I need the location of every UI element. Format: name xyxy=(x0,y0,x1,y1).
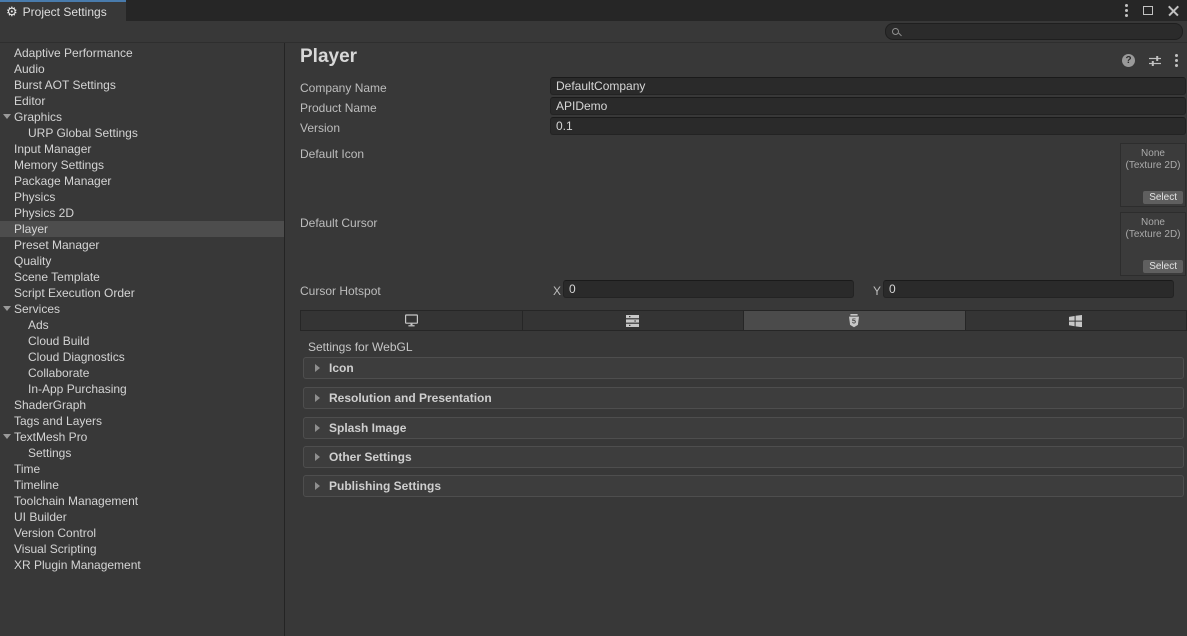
sidebar-item-cloud-build[interactable]: Cloud Build xyxy=(0,333,284,349)
toolbar xyxy=(0,21,1187,43)
window-menu-icon[interactable] xyxy=(1125,4,1128,17)
server-icon xyxy=(626,315,639,327)
window-titlebar: ⚙ Project Settings xyxy=(0,0,1187,21)
help-icon[interactable]: ? xyxy=(1122,54,1135,67)
sidebar-item-preset-manager[interactable]: Preset Manager xyxy=(0,237,284,253)
default-cursor-type-text: (Texture 2D) xyxy=(1121,229,1185,240)
html5-icon: 5 xyxy=(848,314,860,328)
monitor-icon xyxy=(404,314,419,327)
section-other-settings[interactable]: Other Settings xyxy=(303,446,1184,468)
panel-menu-icon[interactable] xyxy=(1175,54,1178,67)
sidebar-item-package-manager[interactable]: Package Manager xyxy=(0,173,284,189)
gear-icon: ⚙ xyxy=(6,5,18,18)
foldout-triangle-icon[interactable] xyxy=(3,434,11,439)
sidebar-item-physics-2d[interactable]: Physics 2D xyxy=(0,205,284,221)
sidebar-item-scene-template[interactable]: Scene Template xyxy=(0,269,284,285)
platform-tab-dedicated-server[interactable] xyxy=(523,311,745,330)
platform-tab-windows-store[interactable] xyxy=(966,311,1187,330)
sidebar-item-physics[interactable]: Physics xyxy=(0,189,284,205)
page-title: Player xyxy=(300,46,357,68)
section-splash-image[interactable]: Splash Image xyxy=(303,417,1184,439)
sidebar-item-timeline[interactable]: Timeline xyxy=(0,477,284,493)
search-icon xyxy=(892,28,899,35)
collapsed-triangle-icon xyxy=(315,453,320,461)
product-name-field[interactable] xyxy=(550,97,1186,115)
collapsed-triangle-icon xyxy=(315,364,320,372)
platform-tab-webgl[interactable]: 5 xyxy=(744,311,966,330)
collapsed-triangle-icon xyxy=(315,394,320,402)
default-cursor-select-button[interactable]: Select xyxy=(1143,260,1183,273)
sidebar-item-textmesh-settings[interactable]: Settings xyxy=(0,445,284,461)
company-name-label: Company Name xyxy=(300,81,387,95)
window-controls xyxy=(1125,0,1179,21)
cursor-hotspot-label: Cursor Hotspot xyxy=(300,284,381,298)
platform-tab-standalone[interactable] xyxy=(301,311,523,330)
sidebar-item-version-control[interactable]: Version Control xyxy=(0,525,284,541)
sidebar-item-in-app-purchasing[interactable]: In-App Purchasing xyxy=(0,381,284,397)
sidebar-item-input-manager[interactable]: Input Manager xyxy=(0,141,284,157)
settings-category-list: Adaptive Performance Audio Burst AOT Set… xyxy=(0,43,285,636)
sidebar-item-tags-and-layers[interactable]: Tags and Layers xyxy=(0,413,284,429)
default-icon-none-text: None xyxy=(1121,148,1185,159)
panel-header-icons: ? xyxy=(1122,54,1178,67)
sidebar-item-shadergraph[interactable]: ShaderGraph xyxy=(0,397,284,413)
company-name-field[interactable] xyxy=(550,77,1186,95)
sidebar-item-services[interactable]: Services xyxy=(0,301,284,317)
maximize-icon[interactable] xyxy=(1143,6,1153,15)
sidebar-item-editor[interactable]: Editor xyxy=(0,93,284,109)
sidebar-item-collaborate[interactable]: Collaborate xyxy=(0,365,284,381)
sidebar-item-graphics[interactable]: Graphics xyxy=(0,109,284,125)
sidebar-item-urp-global-settings[interactable]: URP Global Settings xyxy=(0,125,284,141)
cursor-hotspot-x-field[interactable] xyxy=(563,280,854,298)
version-field[interactable] xyxy=(550,117,1186,135)
sidebar-item-xr-plugin-management[interactable]: XR Plugin Management xyxy=(0,557,284,573)
search-box[interactable] xyxy=(885,23,1183,40)
default-icon-type-text: (Texture 2D) xyxy=(1121,160,1185,171)
default-cursor-object-picker[interactable]: None (Texture 2D) Select xyxy=(1120,212,1186,276)
default-icon-object-picker[interactable]: None (Texture 2D) Select xyxy=(1120,143,1186,207)
default-cursor-label: Default Cursor xyxy=(300,216,377,230)
section-publishing-settings[interactable]: Publishing Settings xyxy=(303,475,1184,497)
default-cursor-none-text: None xyxy=(1121,217,1185,228)
foldout-triangle-icon[interactable] xyxy=(3,114,11,119)
foldout-triangle-icon[interactable] xyxy=(3,306,11,311)
sidebar-item-quality[interactable]: Quality xyxy=(0,253,284,269)
preset-icon[interactable] xyxy=(1148,55,1162,67)
settings-for-platform-label: Settings for WebGL xyxy=(308,340,413,354)
cursor-hotspot-y-label: Y xyxy=(873,284,881,298)
cursor-hotspot-x-label: X xyxy=(553,284,561,298)
sidebar-item-toolchain-management[interactable]: Toolchain Management xyxy=(0,493,284,509)
sidebar-item-burst-aot-settings[interactable]: Burst AOT Settings xyxy=(0,77,284,93)
close-icon[interactable] xyxy=(1168,5,1179,16)
section-resolution-and-presentation[interactable]: Resolution and Presentation xyxy=(303,387,1184,409)
cursor-hotspot-y-field[interactable] xyxy=(883,280,1174,298)
default-icon-label: Default Icon xyxy=(300,147,364,161)
sidebar-item-adaptive-performance[interactable]: Adaptive Performance xyxy=(0,45,284,61)
sidebar-item-time[interactable]: Time xyxy=(0,461,284,477)
sidebar-item-player[interactable]: Player xyxy=(0,221,284,237)
svg-text:5: 5 xyxy=(852,316,856,325)
windows-icon xyxy=(1069,315,1082,327)
version-label: Version xyxy=(300,121,340,135)
product-name-label: Product Name xyxy=(300,101,377,115)
sidebar-item-textmesh-pro[interactable]: TextMesh Pro xyxy=(0,429,284,445)
sidebar-item-ui-builder[interactable]: UI Builder xyxy=(0,509,284,525)
sidebar-item-visual-scripting[interactable]: Visual Scripting xyxy=(0,541,284,557)
sidebar-item-memory-settings[interactable]: Memory Settings xyxy=(0,157,284,173)
tab-title: Project Settings xyxy=(23,5,107,19)
tab-project-settings[interactable]: ⚙ Project Settings xyxy=(0,0,126,21)
collapsed-triangle-icon xyxy=(315,424,320,432)
section-icon[interactable]: Icon xyxy=(303,357,1184,379)
search-input[interactable] xyxy=(903,24,1182,39)
default-icon-select-button[interactable]: Select xyxy=(1143,191,1183,204)
sidebar-item-cloud-diagnostics[interactable]: Cloud Diagnostics xyxy=(0,349,284,365)
sidebar-item-ads[interactable]: Ads xyxy=(0,317,284,333)
sidebar-item-script-execution-order[interactable]: Script Execution Order xyxy=(0,285,284,301)
collapsed-triangle-icon xyxy=(315,482,320,490)
sidebar-item-audio[interactable]: Audio xyxy=(0,61,284,77)
player-settings-panel: Player ? Company Name Product Name Versi… xyxy=(286,43,1187,636)
platform-tabbar: 5 xyxy=(300,310,1187,331)
